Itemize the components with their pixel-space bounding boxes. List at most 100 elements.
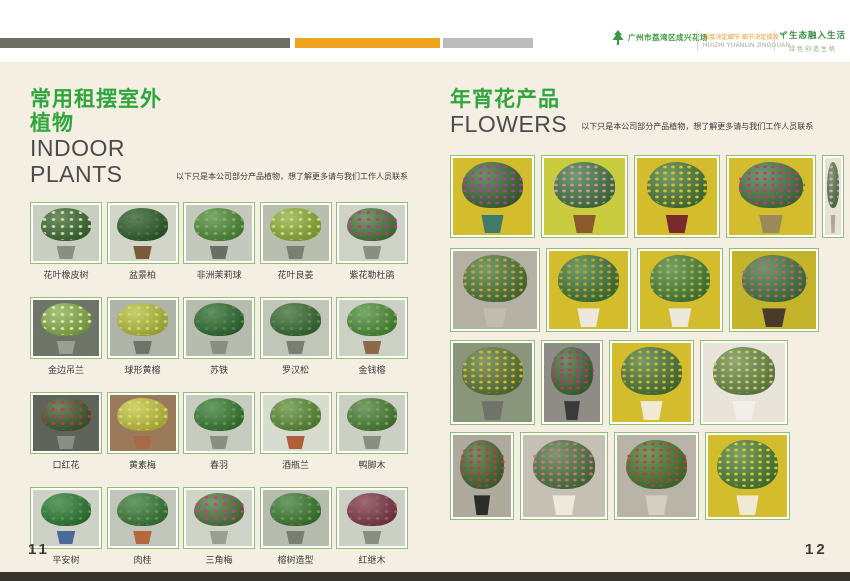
plant-cell: 三角梅	[183, 487, 255, 566]
plant-photo	[107, 202, 179, 264]
pot-shape	[639, 401, 664, 420]
pot-shape	[132, 246, 153, 259]
pine-tree-icon	[612, 30, 624, 45]
pot-shape	[572, 215, 598, 233]
bloom-texture	[711, 349, 777, 393]
plant-cell: 肉桂	[107, 487, 179, 566]
pot-shape	[132, 436, 153, 449]
flower-photo	[705, 432, 790, 520]
plant-cell: 花叶橡皮树	[30, 202, 102, 281]
pot-shape	[361, 531, 382, 544]
plant-label: 盆景柏	[107, 268, 179, 281]
plant-label: 球形黄榕	[107, 363, 179, 376]
plant-photo-image	[339, 395, 405, 451]
flower-photo	[546, 248, 631, 332]
sprout-icon	[780, 30, 787, 40]
plant-cell: 盆景柏	[107, 202, 179, 281]
plant-photo	[30, 297, 102, 359]
plant-photo-image	[33, 490, 99, 546]
bloom-texture	[620, 349, 683, 393]
flower-photo-image	[825, 158, 841, 235]
plant-photo-image	[186, 490, 252, 546]
bloom-texture	[459, 441, 505, 487]
flower-photo-image	[549, 251, 628, 329]
bloom-texture	[737, 164, 804, 207]
plant-label: 紫花勒杜鹃	[336, 268, 408, 281]
plant-cell: 红继木	[336, 487, 408, 566]
pot-shape	[132, 341, 153, 354]
plant-photo	[30, 392, 102, 454]
pot-shape	[563, 401, 581, 420]
flower-photo-image	[729, 158, 813, 235]
bloom-texture	[116, 494, 169, 525]
plant-photo-image	[263, 205, 329, 261]
eco-sub-slogan: 绿色创造生机	[780, 44, 846, 53]
plant-photo	[30, 487, 102, 549]
plant-cell: 球形黄榕	[107, 297, 179, 376]
plant-photo	[183, 202, 255, 264]
pot-shape	[758, 215, 785, 233]
pot-shape	[361, 246, 382, 259]
right-page: 年宵花产品 FLOWERS 以下只是本公司部分产品植物，想了解更多请与我们工作人…	[450, 88, 846, 520]
flower-photo-image	[544, 343, 600, 422]
right-page-title-en: FLOWERS	[450, 112, 567, 137]
bloom-texture	[740, 257, 807, 301]
flower-grid	[450, 155, 846, 520]
flower-photo	[614, 432, 699, 520]
flower-photo	[520, 432, 608, 520]
pot-shape	[644, 495, 669, 515]
pot-shape	[480, 215, 505, 233]
bloom-texture	[461, 164, 524, 207]
plant-photo	[107, 297, 179, 359]
plant-cell: 金钱榕	[336, 297, 408, 376]
flower-photo	[450, 248, 540, 332]
left-page: 常用租摆室外植物 INDOOR PLANTS 以下只是本公司部分产品植物，想了解…	[30, 88, 408, 581]
flower-photo-image	[612, 343, 691, 422]
top-band: 广州市荔湾区成兴花场 态度决定细节 细节决定成败 HUIZHI YUANLIN …	[0, 0, 850, 62]
flower-photo	[637, 248, 723, 332]
pot-shape	[55, 436, 76, 449]
flower-photo-image	[617, 435, 696, 517]
plant-photo	[183, 487, 255, 549]
plant-label: 金钱榕	[336, 363, 408, 376]
pot-shape	[551, 495, 577, 515]
flower-photo-image	[703, 343, 785, 422]
header-divider	[697, 31, 698, 51]
pot-shape	[208, 436, 229, 449]
plant-cell: 黄素梅	[107, 392, 179, 471]
plant-label: 非洲茉莉球	[183, 268, 255, 281]
plant-photo	[30, 202, 102, 264]
decor-bar-olive	[0, 38, 290, 48]
page-number-right: 12	[805, 541, 828, 558]
decor-bar-orange	[295, 38, 440, 48]
flower-photo	[450, 340, 535, 425]
eco-slogan-group: 生态融入生活 绿色创造生机	[780, 29, 846, 53]
pot-shape	[285, 341, 306, 354]
flower-photo-image	[640, 251, 720, 329]
plant-label: 口红花	[30, 458, 102, 471]
flower-photo	[729, 248, 819, 332]
plant-photo	[260, 487, 332, 549]
plant-cell: 罗汉松	[260, 297, 332, 376]
plant-label: 花叶橡皮树	[30, 268, 102, 281]
plant-cell: 酒瓶兰	[260, 392, 332, 471]
flower-photo-image	[732, 251, 816, 329]
plant-photo-image	[110, 395, 176, 451]
pot-shape	[208, 341, 229, 354]
plant-cell: 春羽	[183, 392, 255, 471]
bloom-texture	[269, 209, 322, 240]
plant-photo-image	[339, 300, 405, 356]
pot-shape	[576, 308, 601, 327]
right-title-row: 年宵花产品 FLOWERS 以下只是本公司部分产品植物，想了解更多请与我们工作人…	[450, 88, 846, 137]
plant-photo	[183, 392, 255, 454]
pot-shape	[55, 246, 76, 259]
flower-photo	[541, 340, 603, 425]
plant-photo	[183, 297, 255, 359]
pot-shape	[132, 531, 153, 544]
flower-photo-image	[544, 158, 625, 235]
plant-label: 金边吊兰	[30, 363, 102, 376]
plant-photo-image	[33, 205, 99, 261]
flower-row-3	[450, 340, 846, 425]
bloom-texture	[557, 257, 620, 301]
company-logo-group: 广州市荔湾区成兴花场	[612, 30, 708, 45]
